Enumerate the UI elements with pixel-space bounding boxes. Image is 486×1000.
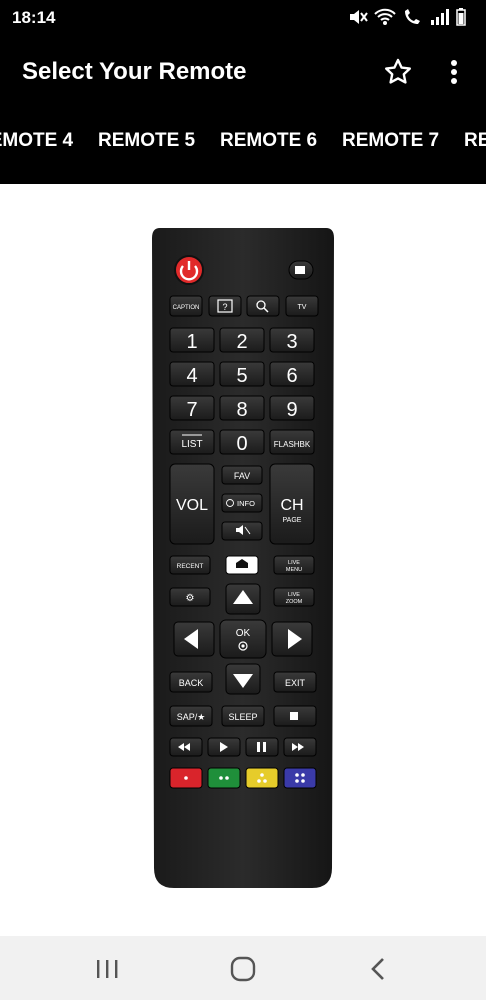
fav-label: FAV	[234, 471, 250, 481]
blue-key-dot-3	[295, 779, 299, 783]
ok-button[interactable]	[219, 619, 267, 659]
list-label: LIST	[181, 439, 202, 450]
tab-remote-5[interactable]: REMOTE 5	[82, 130, 204, 152]
digit-5-label: 5	[236, 365, 247, 387]
help-icon-glyph: ?	[222, 302, 227, 312]
back-nav-button[interactable]	[362, 952, 396, 986]
more-vert-icon	[451, 60, 457, 84]
live-zoom-label-2: ZOOM	[286, 599, 303, 605]
info-label: INFO	[237, 499, 255, 508]
stop-icon	[290, 712, 298, 720]
star-icon	[385, 58, 411, 84]
home-circle-icon	[230, 956, 256, 982]
digit-2-label: 2	[236, 331, 247, 353]
ok-dot-icon	[241, 644, 245, 648]
blue-key-dot-2	[301, 773, 305, 777]
yellow-key-dot-2	[257, 779, 261, 783]
tab-remote-6[interactable]: REMOTE 6	[204, 130, 326, 152]
green-key-button[interactable]	[207, 767, 241, 789]
recent-label: RECENT	[177, 563, 204, 570]
blue-key-dot-1	[295, 773, 299, 777]
status-time: 18:14	[12, 8, 56, 27]
overflow-menu-button[interactable]	[438, 56, 470, 88]
live-menu-label-2: MENU	[286, 567, 302, 573]
remote-image[interactable]: CAPTION ? TV 1 2 3 4 5 6 7 8 9 LIST 0 FL…	[150, 228, 336, 890]
favorite-button[interactable]	[382, 56, 414, 88]
ok-label: OK	[236, 628, 251, 639]
status-icons	[348, 8, 466, 26]
live-menu-label-1: LIVE	[288, 560, 300, 566]
green-key-dot-1	[219, 776, 223, 780]
page-label: PAGE	[283, 517, 302, 524]
digit-6-label: 6	[286, 365, 297, 387]
back-label: BACK	[179, 678, 204, 688]
digit-9-label: 9	[286, 399, 297, 421]
tv-label: TV	[298, 304, 307, 311]
page-title: Select Your Remote	[22, 58, 247, 85]
pause-button[interactable]	[245, 737, 279, 757]
blue-key-button[interactable]	[283, 767, 317, 789]
yellow-key-dot-3	[263, 779, 267, 783]
signal-icon	[431, 9, 449, 25]
green-key-dot-2	[225, 776, 229, 780]
back-chevron-icon	[371, 958, 384, 980]
recent-apps-button[interactable]	[90, 952, 124, 986]
yellow-key-dot-1	[260, 773, 264, 777]
app-bar: Select Your Remote	[0, 36, 486, 108]
mute-icon	[350, 10, 368, 24]
remote-content: CAPTION ? TV 1 2 3 4 5 6 7 8 9 LIST 0 FL…	[0, 184, 486, 936]
digit-4-label: 4	[186, 365, 197, 387]
exit-label: EXIT	[285, 678, 306, 688]
wifi-call-icon	[405, 9, 420, 24]
input-icon	[295, 266, 305, 274]
vol-label: VOL	[176, 497, 208, 514]
sap-label: SAP/★	[177, 712, 206, 722]
flashbk-label: FLASHBK	[274, 440, 311, 449]
yellow-key-button[interactable]	[245, 767, 279, 789]
sleep-label: SLEEP	[228, 712, 257, 722]
pause-icon-right	[263, 742, 266, 752]
home-nav-button[interactable]	[226, 952, 260, 986]
ch-label: CH	[280, 497, 303, 514]
remote-tabs: REMOTE 4 REMOTE 5 REMOTE 6 REMOTE 7 REMO…	[0, 108, 486, 184]
system-nav-bar	[0, 936, 486, 1000]
live-zoom-label-1: LIVE	[288, 592, 300, 598]
tab-remote-4[interactable]: REMOTE 4	[0, 130, 82, 152]
digit-8-label: 8	[236, 399, 247, 421]
digit-7-label: 7	[186, 399, 197, 421]
caption-label: CAPTION	[173, 305, 200, 311]
pause-icon-left	[257, 742, 260, 752]
gear-icon: ⚙	[186, 593, 195, 604]
battery-icon	[456, 8, 466, 26]
red-key-dot	[184, 776, 188, 780]
recent-apps-icon	[97, 960, 118, 978]
tab-remote-7[interactable]: REMOTE 7	[326, 130, 448, 152]
search-button[interactable]	[246, 295, 280, 317]
status-bar: 18:14	[0, 0, 486, 36]
digit-3-label: 3	[286, 331, 297, 353]
wifi-icon	[374, 8, 396, 25]
blue-key-dot-4	[301, 779, 305, 783]
tab-remote-8[interactable]: REMOTE 8	[448, 130, 486, 152]
digit-0-label: 0	[236, 433, 247, 455]
digit-1-label: 1	[186, 331, 197, 353]
